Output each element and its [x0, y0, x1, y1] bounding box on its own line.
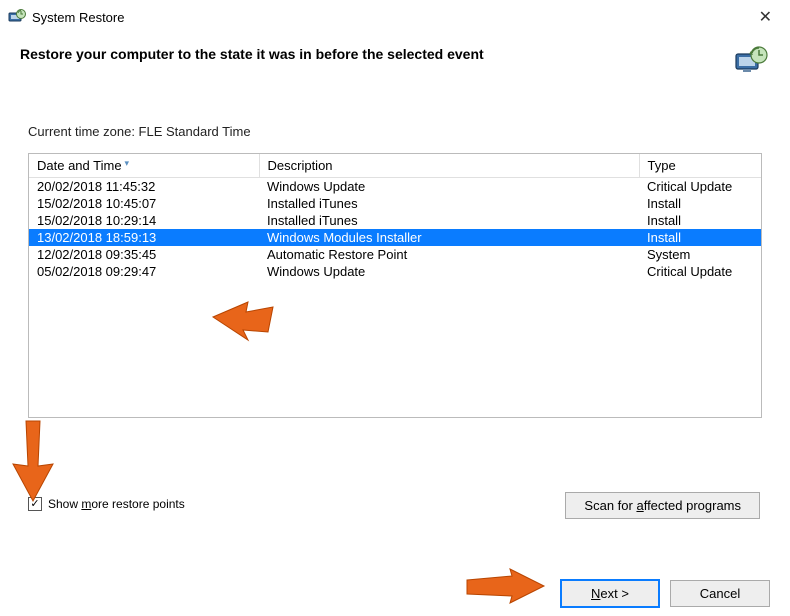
show-more-checkbox[interactable]: ✓	[28, 497, 42, 511]
table-row[interactable]: 12/02/2018 09:35:45Automatic Restore Poi…	[29, 246, 761, 263]
table-header-row: Date and Time▾ Description Type	[29, 154, 761, 178]
cell-type: Install	[639, 229, 761, 246]
annotation-arrow-next	[462, 566, 547, 608]
cell-date: 15/02/2018 10:29:14	[29, 212, 259, 229]
cell-type: Install	[639, 195, 761, 212]
table-row[interactable]: 13/02/2018 18:59:13Windows Modules Insta…	[29, 229, 761, 246]
cancel-button[interactable]: Cancel	[670, 580, 770, 607]
cell-type: Critical Update	[639, 263, 761, 280]
cell-type: Install	[639, 212, 761, 229]
column-description[interactable]: Description	[259, 154, 639, 178]
cell-date: 20/02/2018 11:45:32	[29, 178, 259, 196]
table-row[interactable]: 20/02/2018 11:45:32Windows UpdateCritica…	[29, 178, 761, 196]
cell-type: System	[639, 246, 761, 263]
close-button[interactable]: ✕	[751, 7, 780, 27]
restore-icon-large	[734, 46, 768, 76]
column-type[interactable]: Type	[639, 154, 761, 178]
scan-affected-programs-button[interactable]: Scan for affected programs	[565, 492, 760, 519]
cell-desc: Windows Update	[259, 178, 639, 196]
cell-desc: Installed iTunes	[259, 212, 639, 229]
page-heading: Restore your computer to the state it wa…	[20, 46, 484, 62]
footer-buttons: Next > Cancel	[560, 579, 770, 608]
show-more-restore-points[interactable]: ✓ Show more restore points	[28, 497, 185, 511]
restore-points-table: Date and Time▾ Description Type 20/02/20…	[28, 153, 762, 418]
header-row: Restore your computer to the state it wa…	[0, 32, 790, 76]
table-row[interactable]: 15/02/2018 10:45:07Installed iTunesInsta…	[29, 195, 761, 212]
cell-date: 12/02/2018 09:35:45	[29, 246, 259, 263]
next-button[interactable]: Next >	[560, 579, 660, 608]
cell-date: 05/02/2018 09:29:47	[29, 263, 259, 280]
timezone-label: Current time zone: FLE Standard Time	[0, 76, 790, 147]
cell-desc: Windows Update	[259, 263, 639, 280]
cell-desc: Windows Modules Installer	[259, 229, 639, 246]
column-date[interactable]: Date and Time▾	[29, 154, 259, 178]
window-title: System Restore	[32, 10, 124, 25]
table-row[interactable]: 05/02/2018 09:29:47Windows UpdateCritica…	[29, 263, 761, 280]
sort-descending-icon: ▾	[125, 158, 130, 168]
annotation-arrow-checkbox	[8, 416, 56, 506]
cell-desc: Installed iTunes	[259, 195, 639, 212]
titlebar: System Restore ✕	[0, 0, 790, 32]
cell-date: 13/02/2018 18:59:13	[29, 229, 259, 246]
restore-icon	[8, 9, 26, 25]
cell-date: 15/02/2018 10:45:07	[29, 195, 259, 212]
show-more-label: Show more restore points	[48, 497, 185, 511]
cell-desc: Automatic Restore Point	[259, 246, 639, 263]
cell-type: Critical Update	[639, 178, 761, 196]
table-row[interactable]: 15/02/2018 10:29:14Installed iTunesInsta…	[29, 212, 761, 229]
